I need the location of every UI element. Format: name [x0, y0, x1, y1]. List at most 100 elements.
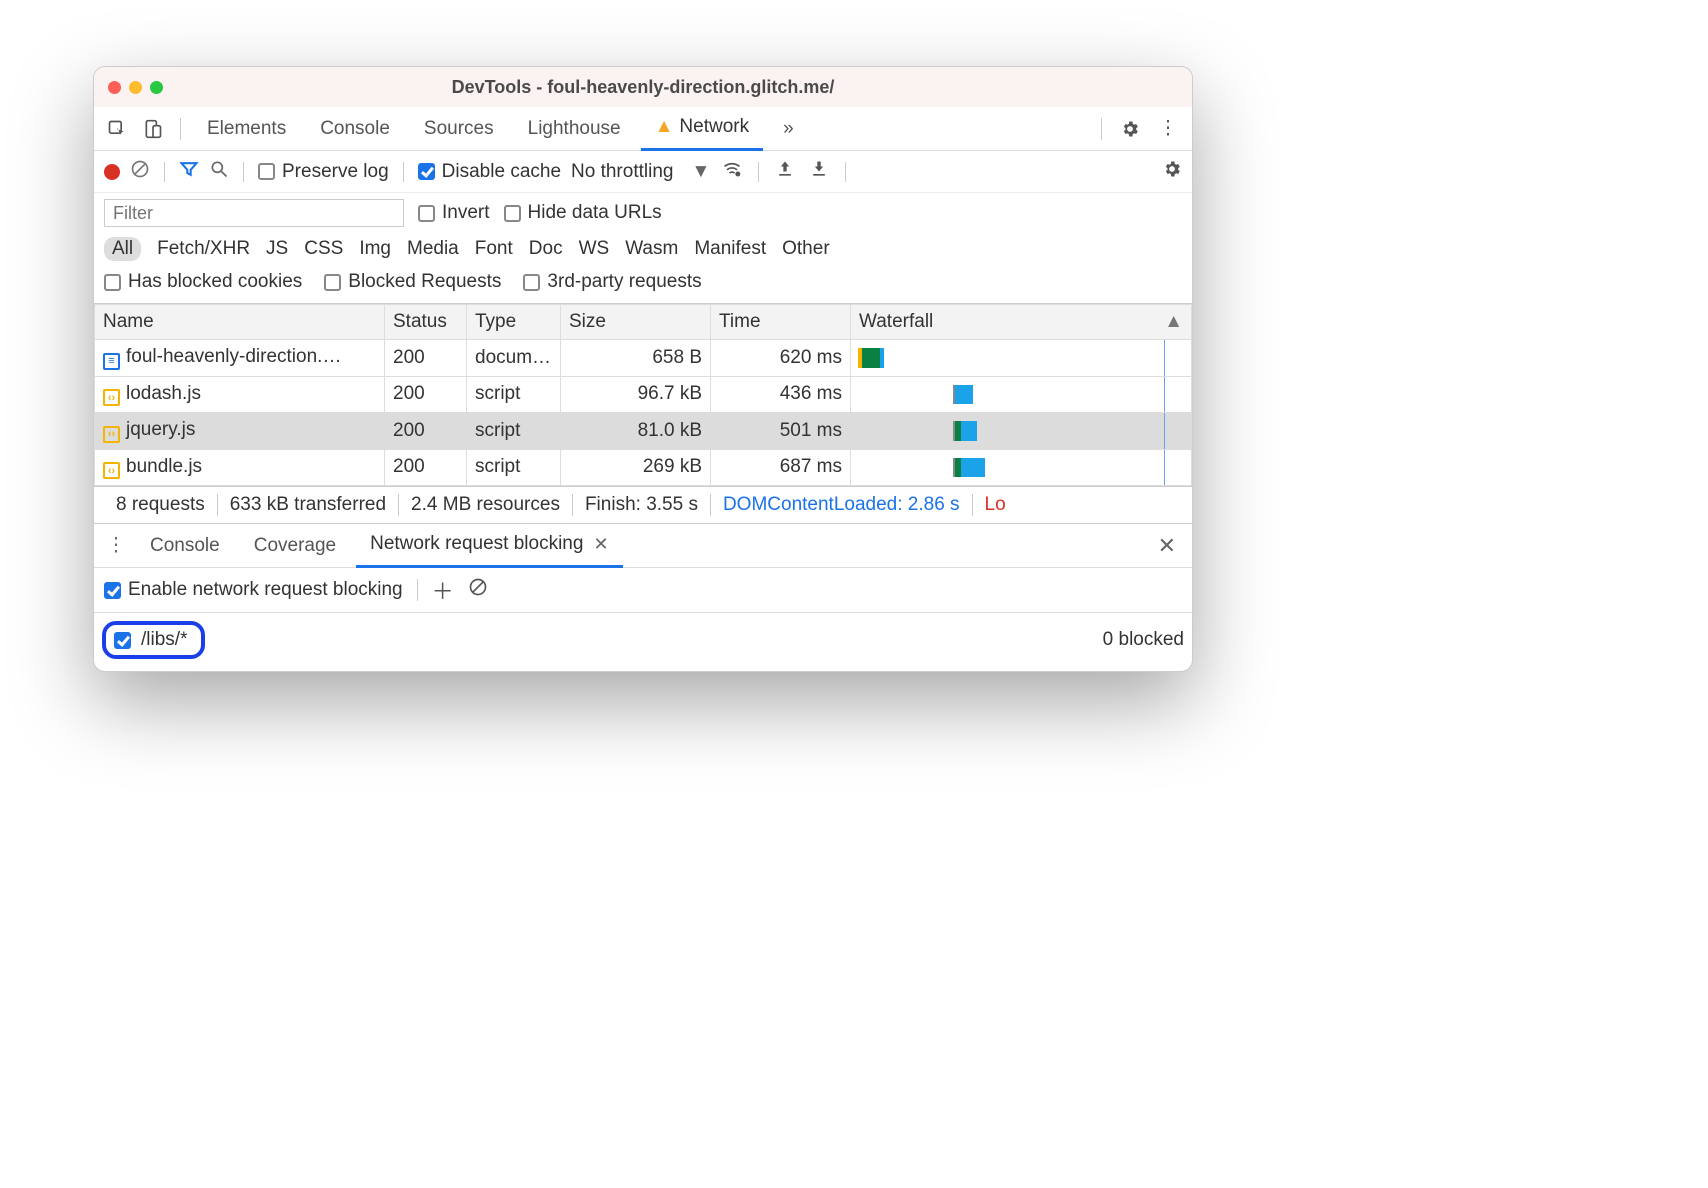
request-size: 658 B [561, 340, 711, 377]
remove-all-patterns-button[interactable] [468, 577, 488, 603]
drawer-tab-bar: ⋮ Console Coverage Network request block… [94, 524, 1192, 568]
request-status: 200 [385, 376, 467, 413]
pattern-checkbox[interactable] [114, 632, 131, 649]
network-toolbar: Preserve log Disable cache No throttling… [94, 151, 1192, 193]
request-name: foul-heavenly-direction.… [126, 346, 341, 367]
tab-console[interactable]: Console [306, 107, 404, 151]
request-time: 620 ms [711, 340, 851, 377]
hide-data-urls-checkbox[interactable]: Hide data URLs [504, 202, 662, 224]
chip-all[interactable]: All [104, 237, 141, 261]
titlebar: DevTools - foul-heavenly-direction.glitc… [94, 67, 1192, 107]
chip-doc[interactable]: Doc [529, 238, 563, 260]
network-conditions-icon[interactable] [720, 159, 744, 185]
chip-other[interactable]: Other [782, 238, 830, 260]
throttling-select[interactable]: No throttling ▼ [571, 161, 710, 183]
chevron-down-icon: ▼ [691, 161, 710, 183]
request-size: 269 kB [561, 449, 711, 486]
add-pattern-button[interactable]: ＋ [432, 574, 454, 606]
chip-css[interactable]: CSS [304, 238, 343, 260]
col-size[interactable]: Size [561, 305, 711, 340]
chip-js[interactable]: JS [266, 238, 288, 260]
tab-lighthouse[interactable]: Lighthouse [514, 107, 635, 151]
devtools-window: DevTools - foul-heavenly-direction.glitc… [93, 66, 1193, 672]
col-status[interactable]: Status [385, 305, 467, 340]
third-party-checkbox[interactable]: 3rd-party requests [523, 271, 701, 293]
summary-resources: 2.4 MB resources [399, 494, 573, 516]
request-name: jquery.js [126, 419, 195, 440]
table-row[interactable]: ≡foul-heavenly-direction.…200docum…658 B… [95, 340, 1192, 377]
tab-sources[interactable]: Sources [410, 107, 508, 151]
sort-arrow-icon: ▲ [1164, 311, 1183, 333]
chip-img[interactable]: Img [359, 238, 391, 260]
search-icon[interactable] [209, 159, 229, 185]
summary-requests: 8 requests [104, 494, 218, 516]
close-tab-icon[interactable]: ✕ [593, 534, 608, 555]
request-waterfall [851, 340, 1192, 377]
tab-network[interactable]: ▲ Network [641, 107, 764, 151]
drawer-tab-blocking[interactable]: Network request blocking ✕ [356, 524, 622, 568]
tabs-overflow[interactable]: » [769, 107, 808, 151]
summary-finish: Finish: 3.55 s [573, 494, 711, 516]
chip-wasm[interactable]: Wasm [625, 238, 678, 260]
preserve-log-label: Preserve log [282, 161, 389, 183]
inspect-icon[interactable] [102, 119, 132, 139]
more-menu-icon[interactable]: ⋮ [1152, 117, 1184, 140]
table-row[interactable]: ‹› bundle.js 200script269 kB687 ms [95, 449, 1192, 486]
js-file-icon: ‹› [103, 389, 120, 406]
filter-input[interactable] [104, 199, 404, 227]
request-status: 200 [385, 449, 467, 486]
tab-network-label: Network [679, 116, 749, 138]
col-time[interactable]: Time [711, 305, 851, 340]
chip-media[interactable]: Media [407, 238, 459, 260]
request-waterfall [851, 449, 1192, 486]
blocked-count: 0 blocked [1103, 629, 1184, 651]
doc-file-icon: ≡ [103, 353, 120, 370]
network-settings-icon[interactable] [1162, 159, 1182, 185]
device-toolbar-icon[interactable] [138, 119, 168, 139]
clear-button[interactable] [130, 159, 150, 185]
tab-elements[interactable]: Elements [193, 107, 300, 151]
request-time: 687 ms [711, 449, 851, 486]
warning-icon: ▲ [655, 116, 674, 138]
resource-type-chips: All Fetch/XHR JS CSS Img Media Font Doc … [94, 233, 1192, 269]
table-row[interactable]: ‹›jquery.js200script81.0 kB501 ms [95, 413, 1192, 450]
blocked-requests-checkbox[interactable]: Blocked Requests [324, 271, 501, 293]
drawer-tab-coverage[interactable]: Coverage [240, 524, 350, 568]
drawer-tab-console[interactable]: Console [136, 524, 234, 568]
separator [180, 118, 181, 140]
blocking-pattern-row: /libs/* 0 blocked [94, 613, 1192, 671]
import-har-icon[interactable] [773, 159, 797, 185]
drawer-close-icon[interactable]: ✕ [1158, 533, 1184, 559]
request-time: 501 ms [711, 413, 851, 450]
pattern-text[interactable]: /libs/* [141, 629, 187, 651]
drawer-more-icon[interactable]: ⋮ [102, 534, 130, 557]
disable-cache-checkbox[interactable]: Disable cache [418, 161, 561, 183]
has-blocked-cookies-checkbox[interactable]: Has blocked cookies [104, 271, 302, 293]
pattern-highlight: /libs/* [102, 621, 205, 659]
separator [1101, 118, 1102, 140]
export-har-icon[interactable] [807, 159, 831, 185]
enable-blocking-checkbox[interactable]: Enable network request blocking [104, 579, 403, 601]
chip-ws[interactable]: WS [579, 238, 610, 260]
filter-toggle-icon[interactable] [179, 159, 199, 185]
col-name[interactable]: Name [95, 305, 385, 340]
request-name: bundle.js [126, 456, 202, 477]
request-type: script [467, 449, 561, 486]
preserve-log-checkbox[interactable]: Preserve log [258, 161, 389, 183]
chip-font[interactable]: Font [475, 238, 513, 260]
invert-checkbox[interactable]: Invert [418, 202, 490, 224]
summary-load: Lo [973, 494, 1018, 516]
summary-domcontentloaded: DOMContentLoaded: 2.86 s [711, 494, 973, 516]
col-type[interactable]: Type [467, 305, 561, 340]
chip-fetch-xhr[interactable]: Fetch/XHR [157, 238, 250, 260]
settings-icon[interactable] [1114, 119, 1146, 139]
col-waterfall[interactable]: Waterfall▲ [851, 305, 1192, 340]
chip-manifest[interactable]: Manifest [694, 238, 766, 260]
js-file-icon: ‹› [103, 462, 120, 479]
table-row[interactable]: ‹›lodash.js200script96.7 kB436 ms [95, 376, 1192, 413]
filter-row: Invert Hide data URLs [94, 193, 1192, 233]
record-button[interactable] [104, 164, 120, 180]
request-size: 96.7 kB [561, 376, 711, 413]
request-status: 200 [385, 340, 467, 377]
extra-filters-row: Has blocked cookies Blocked Requests 3rd… [94, 269, 1192, 304]
